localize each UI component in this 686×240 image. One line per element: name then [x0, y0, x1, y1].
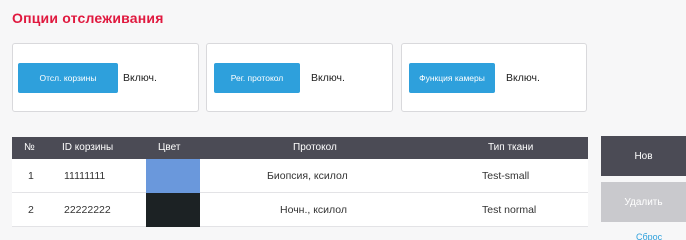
col-num-header: №: [24, 142, 35, 153]
row-protocol: Ночн., ксилол: [280, 204, 348, 216]
row-color-swatch: [146, 193, 200, 227]
row-basket-id: 22222222: [64, 204, 111, 216]
table-row[interactable]: 2 22222222 Ночн., ксилол Test normal: [12, 193, 588, 227]
protocol-register-state: Включ.: [311, 72, 345, 84]
col-protocol-header: Протокол: [293, 142, 337, 153]
row-num: 2: [28, 204, 34, 216]
page-title: Опции отслеживания: [12, 10, 164, 26]
camera-function-state: Включ.: [506, 72, 540, 84]
table-row[interactable]: 1 11111111 Биопсия, ксилол Test-small: [12, 159, 588, 193]
new-button[interactable]: Нов: [601, 136, 686, 176]
col-color-header: Цвет: [158, 142, 181, 153]
basket-table: № ID корзины Цвет Протокол Тип ткани 1 1…: [12, 137, 588, 227]
row-num: 1: [28, 170, 34, 182]
row-tissue-type: Test normal: [482, 204, 537, 216]
protocol-register-button[interactable]: Рег. протокол: [214, 63, 300, 93]
option-card-protocol-register: Рег. протокол Включ.: [206, 43, 393, 112]
table-header: № ID корзины Цвет Протокол Тип ткани: [12, 137, 588, 159]
basket-tracking-button[interactable]: Отсл. корзины: [18, 63, 118, 93]
delete-button[interactable]: Удалить: [601, 182, 686, 222]
row-basket-id: 11111111: [64, 170, 106, 182]
row-tissue-type: Test-small: [482, 170, 530, 182]
reset-link[interactable]: Сброс: [636, 232, 662, 240]
row-color-swatch: [146, 159, 200, 193]
col-id-header: ID корзины: [62, 142, 114, 153]
basket-tracking-state: Включ.: [123, 72, 157, 84]
col-tissue-header: Тип ткани: [488, 142, 534, 153]
row-protocol: Биопсия, ксилол: [267, 170, 348, 182]
camera-function-button[interactable]: Функция камеры: [409, 63, 495, 93]
option-card-basket-tracking: Отсл. корзины Включ.: [12, 43, 199, 112]
option-card-camera-function: Функция камеры Включ.: [401, 43, 587, 112]
